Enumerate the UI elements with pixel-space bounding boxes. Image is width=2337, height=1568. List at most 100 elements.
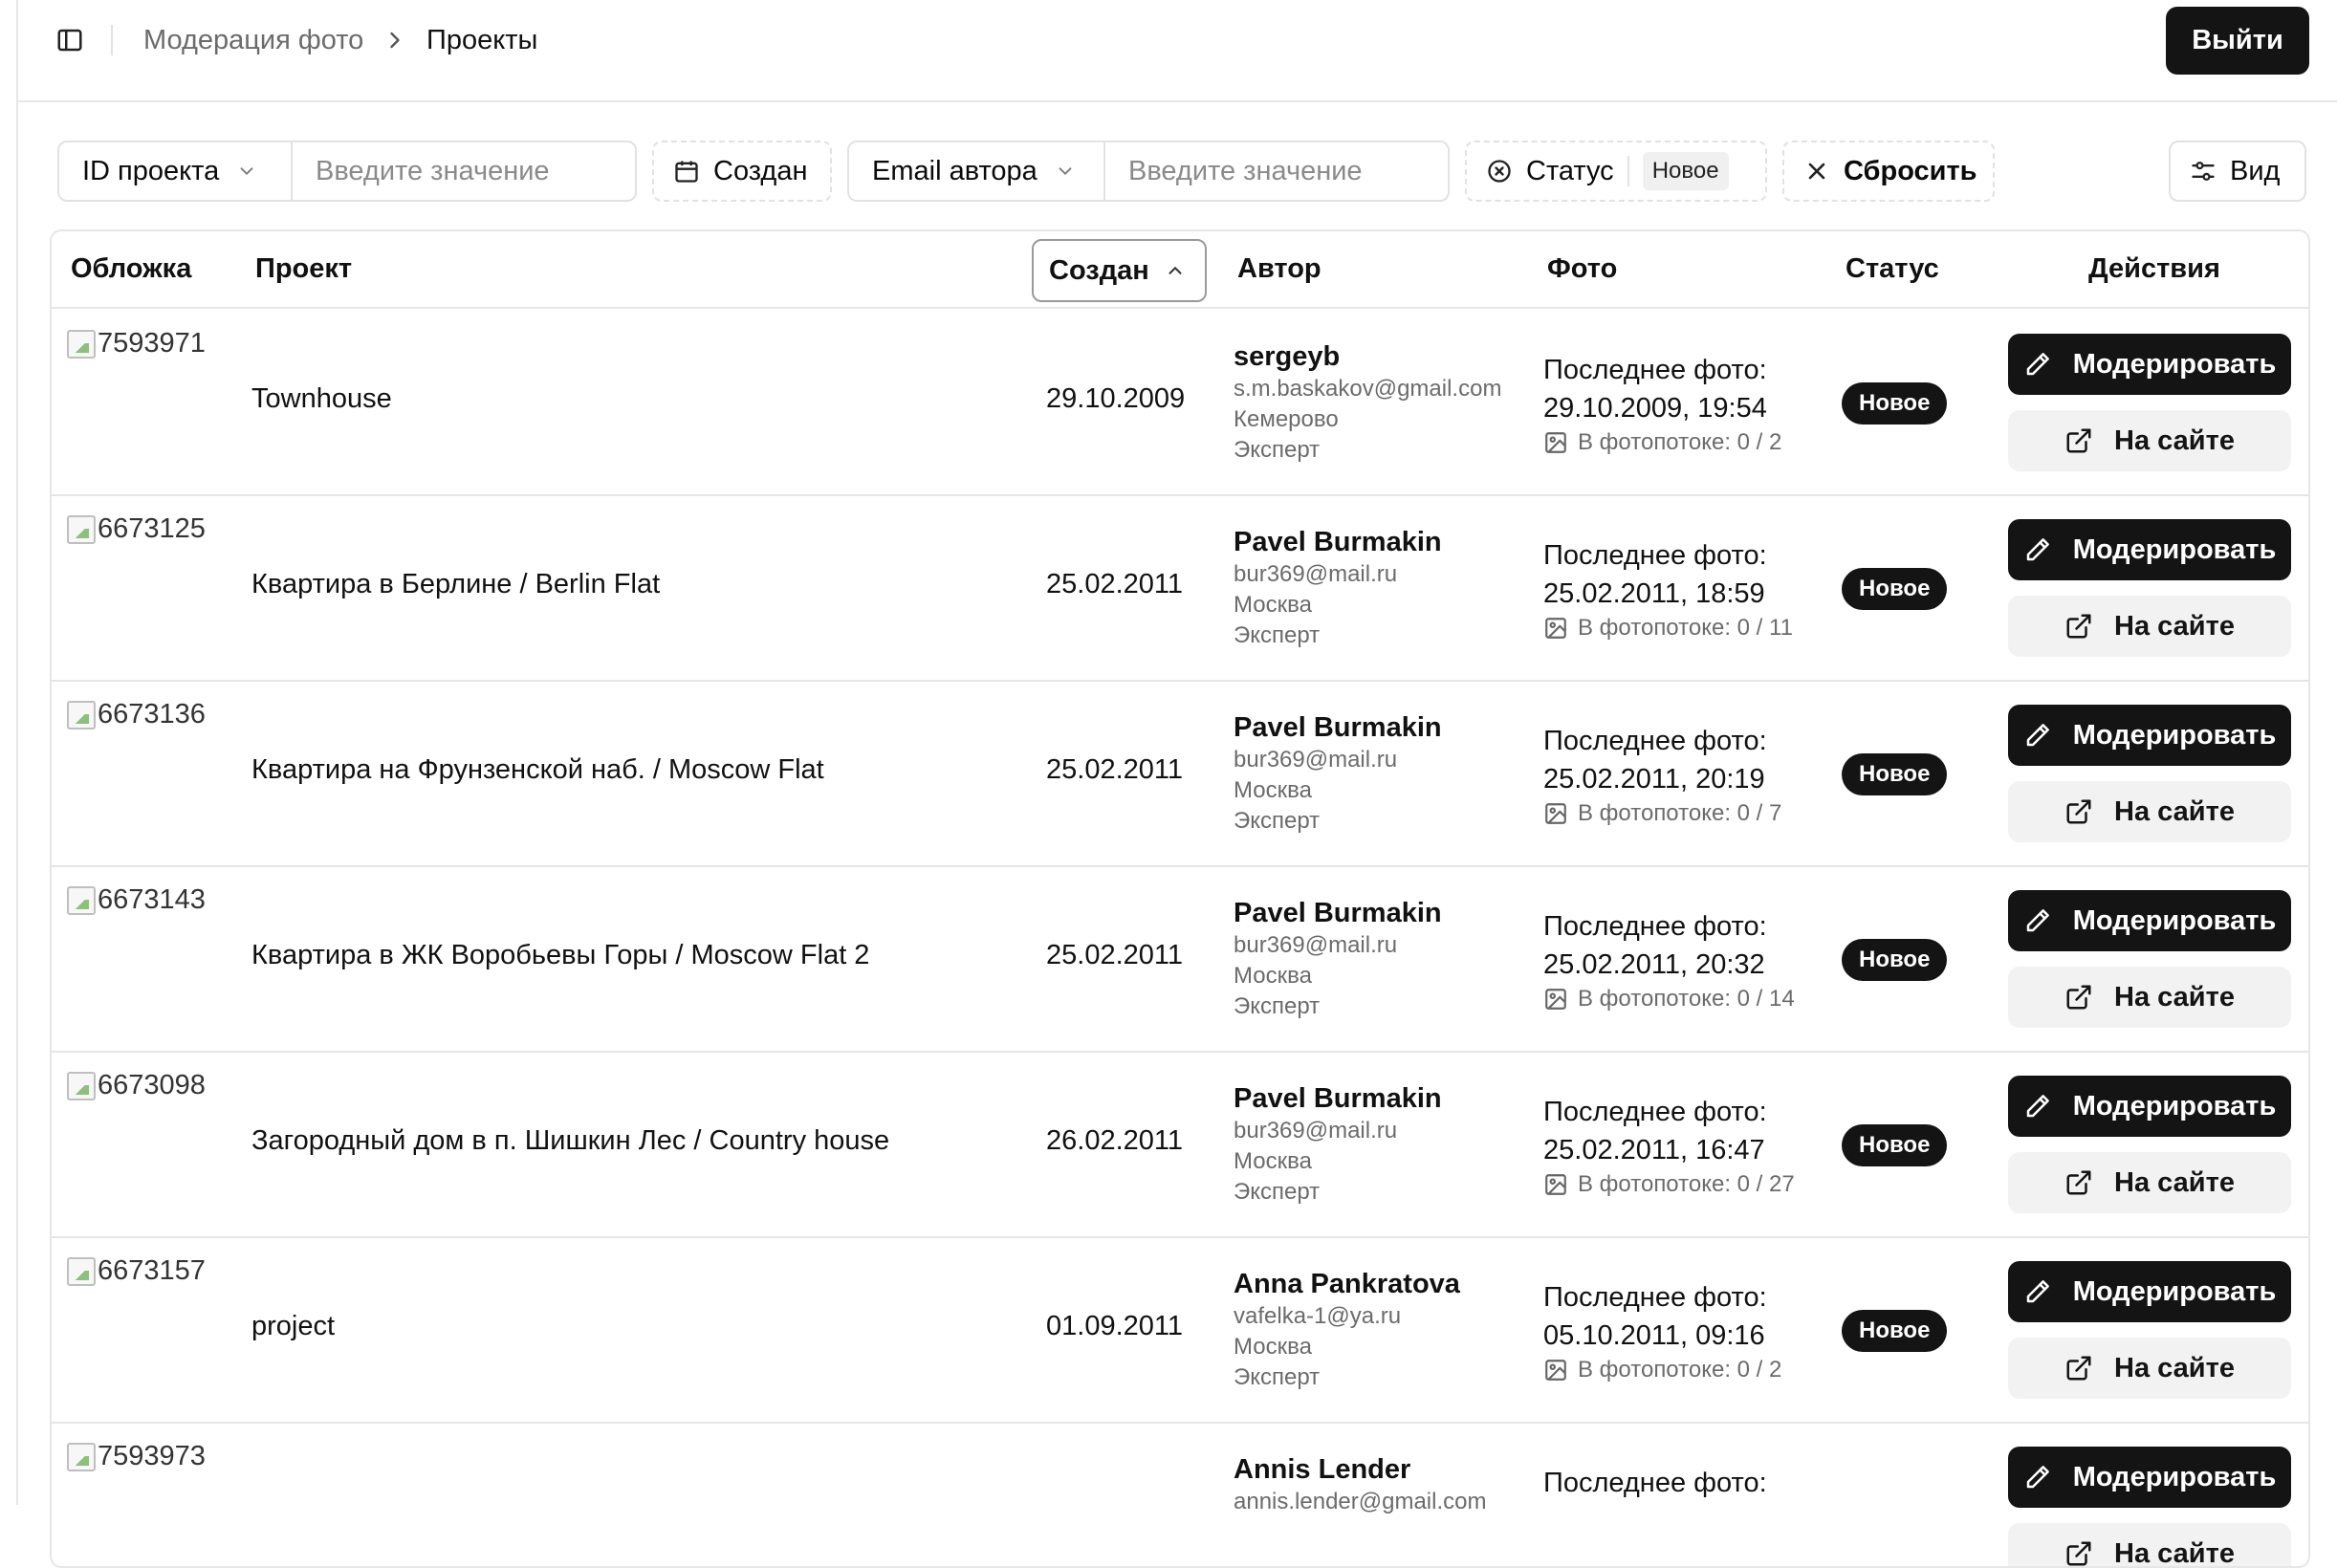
close-icon bbox=[1803, 158, 1830, 185]
author-email: annis.lender@gmail.com bbox=[1234, 1487, 1486, 1517]
cover-alt-text: 6673125 bbox=[98, 513, 206, 545]
moderate-button-label: Модерировать bbox=[2073, 349, 2277, 381]
author-info: sergeyb s.m.baskakov@gmail.com Кемерово … bbox=[1234, 339, 1501, 466]
column-header-status: Статус bbox=[1846, 253, 1939, 285]
email-select[interactable]: Email автора bbox=[849, 142, 1105, 200]
cover-image[interactable]: 6673136 bbox=[67, 699, 206, 730]
chevron-down-icon bbox=[236, 161, 257, 182]
photo-info: Последнее фото: 29.10.2009, 19:54 В фото… bbox=[1543, 351, 1781, 456]
chevron-up-icon bbox=[1165, 260, 1186, 281]
cover-image[interactable]: 6673157 bbox=[67, 1255, 206, 1287]
author-name: Pavel Burmakin bbox=[1234, 1081, 1442, 1116]
email-select-label: Email автора bbox=[872, 156, 1037, 187]
project-id-input[interactable] bbox=[293, 142, 633, 200]
open-on-site-button[interactable]: На сайте bbox=[2008, 1523, 2291, 1568]
moderate-button[interactable]: Модерировать bbox=[2008, 334, 2291, 395]
sort-created-button[interactable]: Создан bbox=[1032, 239, 1207, 302]
last-photo-date: 25.02.2011, 20:32 bbox=[1543, 946, 1795, 984]
external-link-icon bbox=[2064, 983, 2093, 1012]
cover-alt-text: 7593971 bbox=[98, 328, 206, 359]
last-photo-label: Последнее фото: bbox=[1543, 1093, 1795, 1131]
moderate-button-label: Модерировать bbox=[2073, 720, 2277, 751]
cover-image[interactable]: 6673125 bbox=[67, 513, 206, 545]
open-on-site-button[interactable]: На сайте bbox=[2008, 967, 2291, 1028]
open-on-site-button[interactable]: На сайте bbox=[2008, 410, 2291, 471]
moderate-button-label: Модерировать bbox=[2073, 1462, 2277, 1493]
moderate-button[interactable]: Модерировать bbox=[2008, 1076, 2291, 1137]
last-photo-date: 25.02.2011, 20:19 bbox=[1543, 760, 1781, 798]
last-photo-date: 25.02.2011, 16:47 bbox=[1543, 1131, 1795, 1169]
project-id-filter: ID проекта bbox=[57, 141, 637, 202]
status-badge: Новое bbox=[1842, 1310, 1947, 1352]
column-header-author: Автор bbox=[1237, 253, 1321, 285]
status-badge: Новое bbox=[1842, 568, 1947, 610]
cover-image[interactable]: 7593971 bbox=[67, 328, 206, 359]
broken-image-icon bbox=[67, 701, 96, 730]
open-on-site-button[interactable]: На сайте bbox=[2008, 1152, 2291, 1213]
open-on-site-label: На сайте bbox=[2114, 1538, 2235, 1568]
cover-alt-text: 6673136 bbox=[98, 699, 206, 730]
breadcrumb-parent[interactable]: Модерация фото bbox=[143, 25, 363, 56]
broken-image-icon bbox=[67, 1072, 96, 1100]
author-role: Эксперт bbox=[1234, 991, 1442, 1022]
created-filter-label: Создан bbox=[713, 156, 807, 187]
logout-button[interactable]: Выйти bbox=[2166, 7, 2309, 75]
author-name: Pavel Burmakin bbox=[1234, 710, 1442, 745]
moderate-button[interactable]: Модерировать bbox=[2008, 519, 2291, 580]
author-city: Москва bbox=[1234, 590, 1442, 621]
author-info: Annis Lender annis.lender@gmail.com bbox=[1234, 1452, 1486, 1517]
author-name: sergeyb bbox=[1234, 339, 1501, 374]
chevron-right-icon bbox=[382, 27, 408, 54]
moderate-button[interactable]: Модерировать bbox=[2008, 1261, 2291, 1322]
project-created-date: 25.02.2011 bbox=[1046, 940, 1183, 971]
open-on-site-button[interactable]: На сайте bbox=[2008, 781, 2291, 842]
pencil-icon bbox=[2023, 1463, 2052, 1492]
moderate-button-label: Модерировать bbox=[2073, 1276, 2277, 1308]
project-name: Townhouse bbox=[251, 383, 392, 415]
moderate-button[interactable]: Модерировать bbox=[2008, 890, 2291, 951]
last-photo-label: Последнее фото: bbox=[1543, 1464, 1767, 1502]
cover-alt-text: 6673098 bbox=[98, 1070, 206, 1101]
cover-image[interactable]: 7593973 bbox=[67, 1441, 206, 1472]
table-row: 6673098 Загородный дом в п. Шишкин Лес /… bbox=[52, 1053, 2308, 1238]
photo-info: Последнее фото: 25.02.2011, 18:59 В фото… bbox=[1543, 536, 1793, 642]
photo-info: Последнее фото: bbox=[1543, 1464, 1767, 1529]
cover-alt-text: 6673157 bbox=[98, 1255, 206, 1287]
sliders-icon bbox=[2190, 158, 2217, 185]
status-filter-button[interactable]: Статус Новое bbox=[1465, 141, 1767, 202]
project-created-date: 29.10.2009 bbox=[1046, 383, 1185, 415]
photo-stream-info: В фотопотоке: 0 / 11 bbox=[1543, 615, 1793, 642]
project-name: Квартира на Фрунзенской наб. / Moscow Fl… bbox=[251, 754, 824, 786]
moderate-button[interactable]: Модерировать bbox=[2008, 1447, 2291, 1508]
photo-stream-count: В фотопотоке: 0 / 14 bbox=[1578, 986, 1795, 1013]
view-options-button[interactable]: Вид bbox=[2169, 141, 2306, 202]
reset-filters-button[interactable]: Сбросить bbox=[1782, 141, 1995, 202]
created-filter-button[interactable]: Создан bbox=[652, 141, 832, 202]
moderate-button-label: Модерировать bbox=[2073, 1091, 2277, 1122]
header-divider bbox=[111, 25, 113, 55]
sidebar-edge bbox=[0, 0, 18, 1505]
author-name: Pavel Burmakin bbox=[1234, 525, 1442, 559]
column-header-project: Проект bbox=[255, 253, 352, 285]
email-input[interactable] bbox=[1105, 142, 1446, 200]
author-name: Annis Lender bbox=[1234, 1452, 1486, 1487]
last-photo-label: Последнее фото: bbox=[1543, 722, 1781, 760]
external-link-icon bbox=[2064, 1168, 2093, 1197]
cover-image[interactable]: 6673098 bbox=[67, 1070, 206, 1101]
column-header-photo: Фото bbox=[1547, 253, 1617, 285]
cover-image[interactable]: 6673143 bbox=[67, 884, 206, 916]
photo-stream-info: В фотопотоке: 0 / 2 bbox=[1543, 1357, 1781, 1383]
project-id-select[interactable]: ID проекта bbox=[59, 142, 293, 200]
open-on-site-button[interactable]: На сайте bbox=[2008, 596, 2291, 657]
author-email: bur369@mail.ru bbox=[1234, 559, 1442, 590]
author-info: Pavel Burmakin bur369@mail.ru Москва Экс… bbox=[1234, 1081, 1442, 1208]
open-on-site-button[interactable]: На сайте bbox=[2008, 1338, 2291, 1399]
open-on-site-label: На сайте bbox=[2114, 425, 2235, 457]
moderate-button[interactable]: Модерировать bbox=[2008, 705, 2291, 766]
author-role: Эксперт bbox=[1234, 1177, 1442, 1208]
photo-stream-count: В фотопотоке: 0 / 7 bbox=[1578, 800, 1781, 827]
sidebar-toggle-button[interactable] bbox=[53, 23, 87, 57]
table-row: 6673157 project 01.09.2011 Anna Pankrato… bbox=[52, 1238, 2308, 1424]
photo-info: Последнее фото: 25.02.2011, 20:32 В фото… bbox=[1543, 907, 1795, 1013]
photo-info: Последнее фото: 25.02.2011, 20:19 В фото… bbox=[1543, 722, 1781, 827]
